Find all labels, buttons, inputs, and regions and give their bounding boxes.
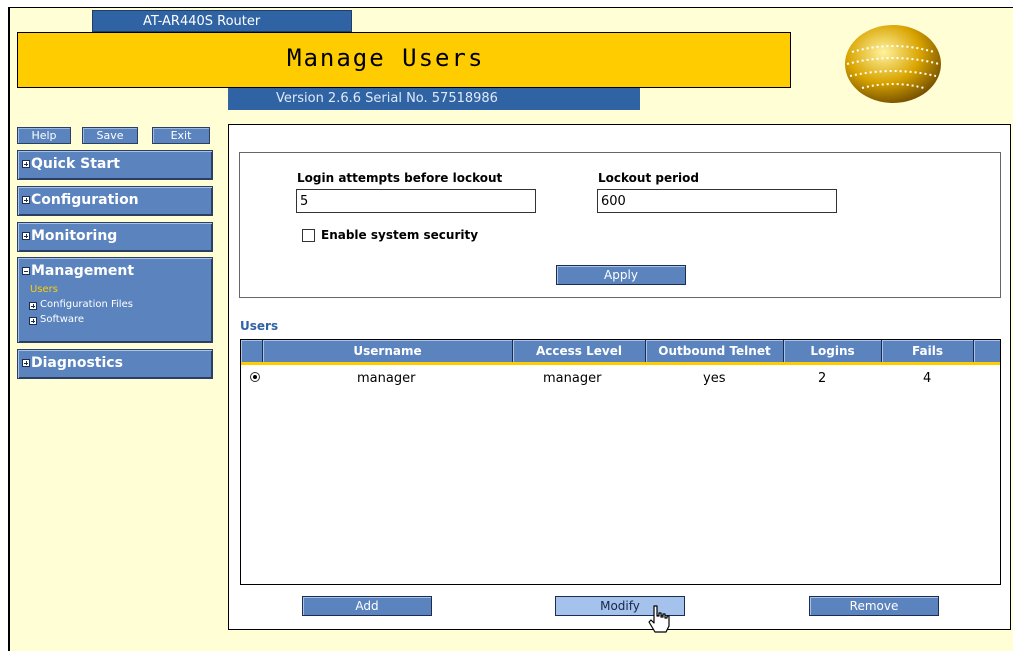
nav-label: Quick Start bbox=[31, 156, 120, 172]
remove-user-button[interactable]: Remove bbox=[809, 596, 939, 616]
product-name-tab: AT-AR440S Router bbox=[92, 10, 352, 32]
users-section-title: Users bbox=[240, 319, 279, 333]
expand-icon bbox=[29, 317, 37, 325]
users-table bbox=[240, 339, 1001, 585]
exit-button[interactable]: Exit bbox=[152, 127, 210, 144]
enable-security-label: Enable system security bbox=[321, 228, 479, 242]
nav-quick-start[interactable]: Quick Start bbox=[17, 150, 213, 180]
expand-icon bbox=[22, 196, 30, 204]
nav-label: Diagnostics bbox=[31, 355, 123, 371]
nav-item-software[interactable]: Software bbox=[40, 314, 84, 325]
nav-label: Management bbox=[31, 263, 135, 279]
lockout-period-input[interactable] bbox=[597, 189, 837, 213]
help-button[interactable]: Help bbox=[17, 127, 71, 144]
lockout-period-label: Lockout period bbox=[598, 171, 699, 185]
cell-outbound-telnet: yes bbox=[703, 371, 726, 386]
version-serial-bar: Version 2.6.6 Serial No. 57518986 bbox=[228, 88, 640, 110]
nav-monitoring[interactable]: Monitoring bbox=[17, 222, 213, 252]
cell-username: manager bbox=[357, 371, 416, 386]
cell-fails: 4 bbox=[923, 371, 932, 386]
column-header-fails[interactable]: Fails bbox=[882, 340, 974, 362]
expand-icon bbox=[22, 359, 30, 367]
nav-label: Configuration bbox=[31, 192, 139, 208]
cell-logins: 2 bbox=[818, 371, 827, 386]
enable-security-checkbox[interactable] bbox=[302, 229, 315, 242]
column-header-access-level[interactable]: Access Level bbox=[513, 340, 646, 362]
add-user-button[interactable]: Add bbox=[302, 596, 432, 616]
header-filler bbox=[974, 340, 1000, 362]
column-header-logins[interactable]: Logins bbox=[784, 340, 882, 362]
header-underline bbox=[241, 362, 1000, 365]
expand-icon bbox=[29, 302, 37, 310]
user-row-radio[interactable] bbox=[250, 372, 260, 382]
globe-logo-icon bbox=[840, 22, 946, 106]
collapse-icon bbox=[22, 267, 30, 275]
cell-access-level: manager bbox=[543, 371, 602, 386]
apply-button[interactable]: Apply bbox=[556, 265, 686, 285]
select-column-header bbox=[241, 340, 263, 362]
column-header-username[interactable]: Username bbox=[263, 340, 513, 362]
save-button[interactable]: Save bbox=[82, 127, 138, 144]
expand-icon bbox=[22, 232, 30, 240]
hand-cursor-icon bbox=[646, 604, 672, 634]
nav-item-users[interactable]: Users bbox=[30, 284, 58, 295]
nav-label: Monitoring bbox=[31, 228, 118, 244]
login-attempts-input[interactable] bbox=[296, 189, 536, 213]
login-attempts-label: Login attempts before lockout bbox=[297, 171, 503, 185]
nav-configuration[interactable]: Configuration bbox=[17, 186, 213, 216]
nav-management[interactable]: Management Users Configuration Files Sof… bbox=[17, 257, 213, 343]
nav-diagnostics[interactable]: Diagnostics bbox=[17, 349, 213, 379]
page-title: Manage Users bbox=[287, 44, 485, 72]
nav-item-configuration-files[interactable]: Configuration Files bbox=[40, 299, 133, 310]
expand-icon bbox=[22, 160, 30, 168]
column-header-outbound-telnet[interactable]: Outbound Telnet bbox=[646, 340, 784, 362]
